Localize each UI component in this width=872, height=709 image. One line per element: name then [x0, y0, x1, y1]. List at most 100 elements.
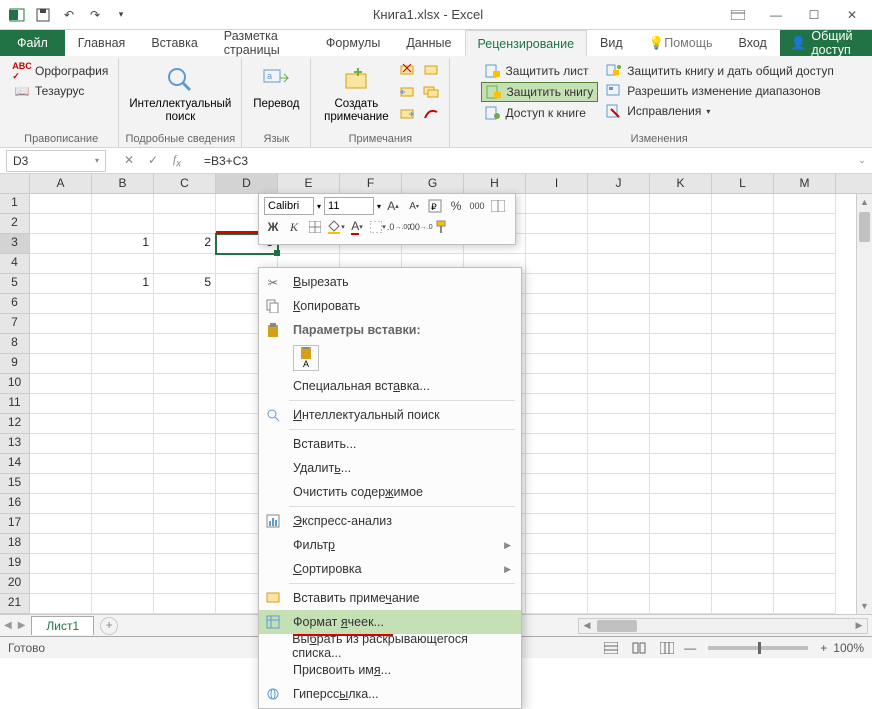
ctx-clear[interactable]: Очистить содержимое — [259, 480, 521, 504]
cell-L19[interactable] — [712, 554, 774, 574]
cell-J12[interactable] — [588, 414, 650, 434]
protect-sheet-button[interactable]: Защитить лист — [481, 62, 599, 80]
cell-C13[interactable] — [154, 434, 216, 454]
scroll-thumb[interactable] — [859, 212, 870, 242]
tab-file[interactable]: Файл — [0, 30, 65, 56]
ctx-define-name[interactable]: Присвоить имя... — [259, 658, 521, 682]
formula-input[interactable]: =B3+C3 — [196, 154, 852, 168]
row-header-20[interactable]: 20 — [0, 574, 30, 594]
row-header-21[interactable]: 21 — [0, 594, 30, 614]
row-header-18[interactable]: 18 — [0, 534, 30, 554]
italic-button[interactable]: К — [285, 218, 303, 236]
cell-B6[interactable] — [92, 294, 154, 314]
cell-K15[interactable] — [650, 474, 712, 494]
tab-login[interactable]: Вход — [726, 30, 780, 56]
row-header-11[interactable]: 11 — [0, 394, 30, 414]
cell-L12[interactable] — [712, 414, 774, 434]
cell-M7[interactable] — [774, 314, 836, 334]
cell-M20[interactable] — [774, 574, 836, 594]
row-header-14[interactable]: 14 — [0, 454, 30, 474]
cell-J21[interactable] — [588, 594, 650, 614]
cell-B17[interactable] — [92, 514, 154, 534]
tab-review[interactable]: Рецензирование — [465, 30, 588, 56]
cell-I3[interactable] — [526, 234, 588, 254]
cell-J8[interactable] — [588, 334, 650, 354]
cell-K7[interactable] — [650, 314, 712, 334]
track-changes-button[interactable]: Исправления ▾ — [602, 102, 838, 120]
cell-C17[interactable] — [154, 514, 216, 534]
cell-I15[interactable] — [526, 474, 588, 494]
row-header-19[interactable]: 19 — [0, 554, 30, 574]
cell-A19[interactable] — [30, 554, 92, 574]
cell-M21[interactable] — [774, 594, 836, 614]
scroll-up-button[interactable]: ▲ — [857, 194, 872, 210]
cell-I16[interactable] — [526, 494, 588, 514]
cell-B7[interactable] — [92, 314, 154, 334]
cell-B21[interactable] — [92, 594, 154, 614]
cell-K6[interactable] — [650, 294, 712, 314]
cell-A2[interactable] — [30, 214, 92, 234]
cell-J13[interactable] — [588, 434, 650, 454]
minimize-button[interactable]: — — [762, 4, 790, 26]
row-header-13[interactable]: 13 — [0, 434, 30, 454]
cell-C5[interactable]: 5 — [154, 274, 216, 294]
cell-M14[interactable] — [774, 454, 836, 474]
cell-C16[interactable] — [154, 494, 216, 514]
cell-K5[interactable] — [650, 274, 712, 294]
cell-M16[interactable] — [774, 494, 836, 514]
cell-A18[interactable] — [30, 534, 92, 554]
cell-J19[interactable] — [588, 554, 650, 574]
cell-B15[interactable] — [92, 474, 154, 494]
cell-M5[interactable] — [774, 274, 836, 294]
cell-M8[interactable] — [774, 334, 836, 354]
redo-button[interactable]: ↷ — [84, 4, 106, 26]
cell-A17[interactable] — [30, 514, 92, 534]
cell-C20[interactable] — [154, 574, 216, 594]
cell-C7[interactable] — [154, 314, 216, 334]
cell-L10[interactable] — [712, 374, 774, 394]
show-all-comments-button[interactable] — [423, 84, 443, 104]
tab-home[interactable]: Главная — [65, 30, 139, 56]
cell-C6[interactable] — [154, 294, 216, 314]
col-header-J[interactable]: J — [588, 174, 650, 193]
normal-view-button[interactable] — [600, 639, 622, 657]
cell-C9[interactable] — [154, 354, 216, 374]
bold-button[interactable]: Ж — [264, 218, 282, 236]
cell-A6[interactable] — [30, 294, 92, 314]
ribbon-options-button[interactable] — [724, 4, 752, 26]
cell-I2[interactable] — [526, 214, 588, 234]
tab-tell-me[interactable]: 💡 Помощь — [636, 30, 726, 56]
cell-C2[interactable] — [154, 214, 216, 234]
row-header-12[interactable]: 12 — [0, 414, 30, 434]
cell-L17[interactable] — [712, 514, 774, 534]
col-header-I[interactable]: I — [526, 174, 588, 193]
cell-B10[interactable] — [92, 374, 154, 394]
cell-I13[interactable] — [526, 434, 588, 454]
cell-M2[interactable] — [774, 214, 836, 234]
show-comment-button[interactable] — [423, 62, 443, 82]
row-header-2[interactable]: 2 — [0, 214, 30, 234]
ctx-cut[interactable]: ✂Вырезать — [259, 270, 521, 294]
cell-B1[interactable] — [92, 194, 154, 214]
cell-J20[interactable] — [588, 574, 650, 594]
cell-A1[interactable] — [30, 194, 92, 214]
accounting-format-button[interactable]: ₽ — [426, 197, 444, 215]
cell-M13[interactable] — [774, 434, 836, 454]
cell-K18[interactable] — [650, 534, 712, 554]
col-header-L[interactable]: L — [712, 174, 774, 193]
share-button[interactable]: 👤Общий доступ — [780, 30, 872, 56]
ctx-quick-analysis[interactable]: Экспресс-анализ — [259, 509, 521, 533]
percent-format-button[interactable]: % — [447, 197, 465, 215]
cell-A4[interactable] — [30, 254, 92, 274]
format-painter-button[interactable] — [432, 218, 450, 236]
row-header-4[interactable]: 4 — [0, 254, 30, 274]
cell-I11[interactable] — [526, 394, 588, 414]
cell-A12[interactable] — [30, 414, 92, 434]
select-all-corner[interactable] — [0, 174, 30, 193]
cell-J9[interactable] — [588, 354, 650, 374]
page-break-view-button[interactable] — [656, 639, 678, 657]
col-header-F[interactable]: F — [340, 174, 402, 193]
cell-J4[interactable] — [588, 254, 650, 274]
cell-A15[interactable] — [30, 474, 92, 494]
scroll-left-button[interactable]: ◀ — [579, 620, 595, 631]
